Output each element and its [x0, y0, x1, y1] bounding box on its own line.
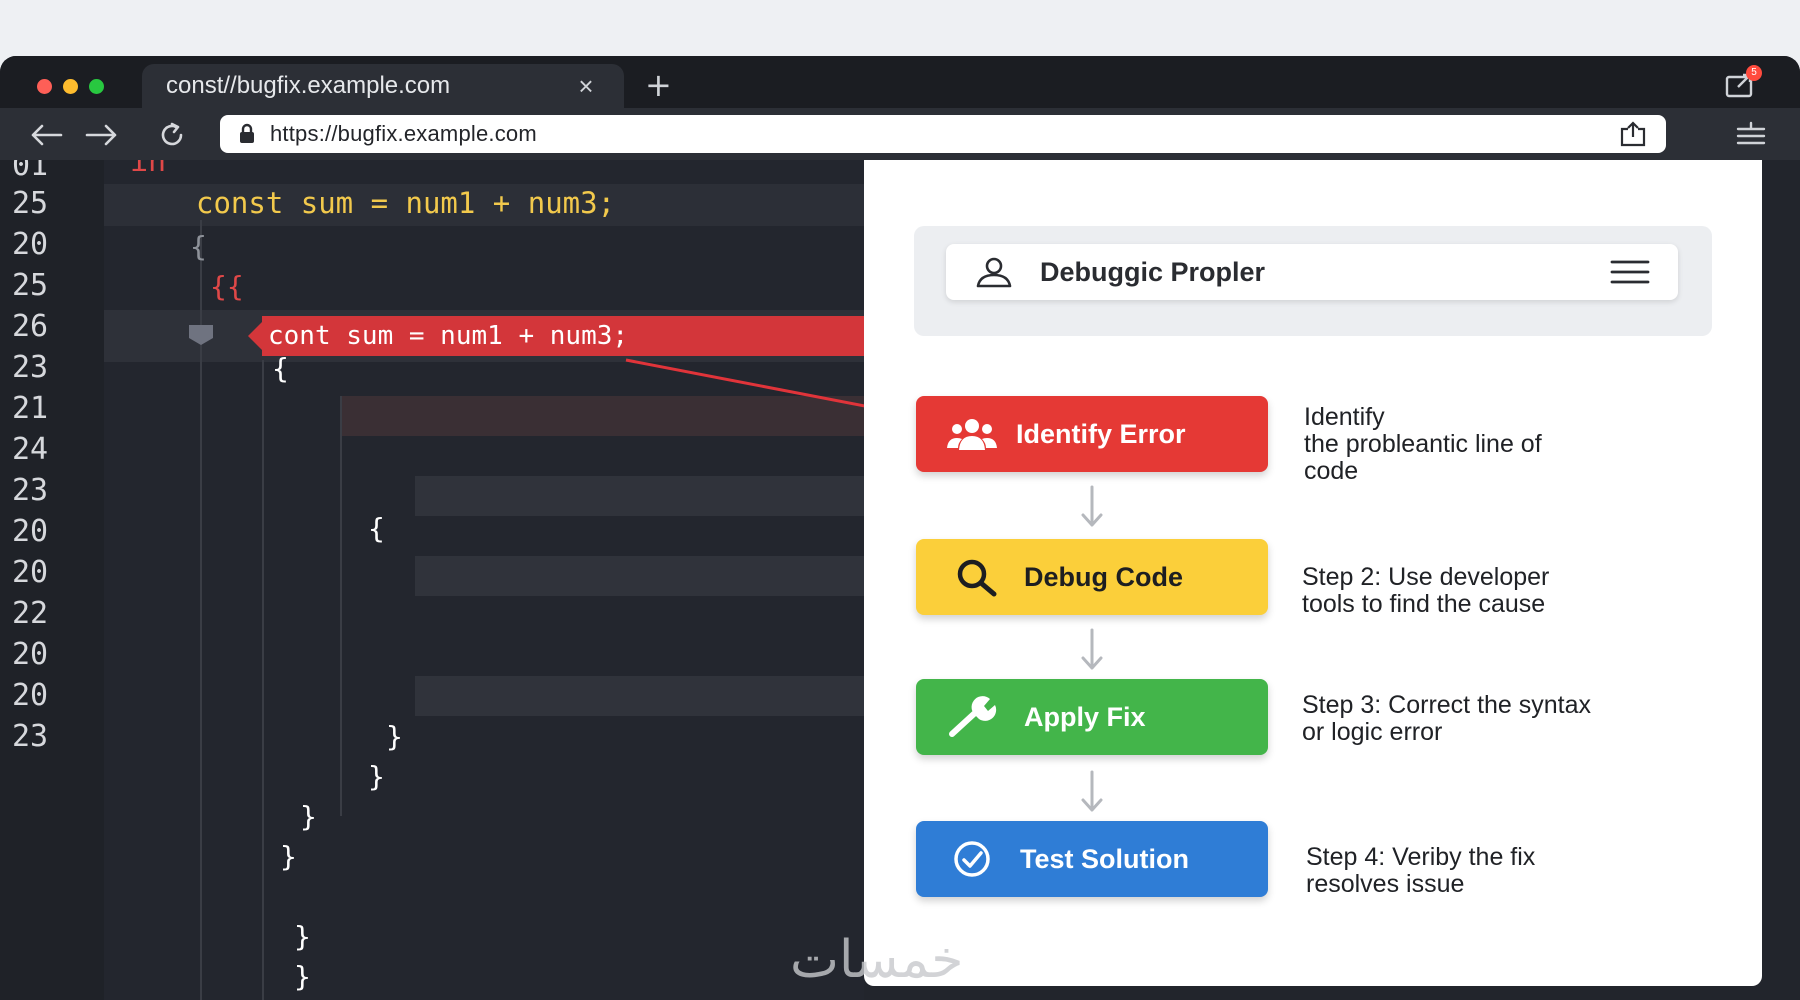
lock-icon	[240, 123, 254, 143]
line-number: 20	[12, 678, 49, 713]
close-tab-icon[interactable]: ×	[572, 71, 600, 102]
line-number: 21	[12, 391, 49, 426]
indent-guide	[340, 396, 342, 816]
back-button[interactable]	[26, 118, 66, 152]
code-brace: }	[294, 920, 311, 953]
tab-bar: const//bugfix.example.com × + 5	[0, 56, 1800, 108]
maximize-window-button[interactable]	[89, 79, 104, 94]
selection-band	[415, 676, 864, 716]
browser-menu-button[interactable]	[1734, 120, 1768, 150]
debug-steps-panel: Debuggic Propler Identify Error Identify…	[864, 160, 1762, 986]
panel-header-card: Debuggic Propler	[946, 244, 1678, 300]
active-tab[interactable]: const//bugfix.example.com ×	[142, 64, 624, 108]
step-description: Step 4: Veriby the fix resolves issue	[1306, 843, 1536, 898]
debug-code-button[interactable]: Debug Code	[916, 539, 1268, 615]
code-brace: {	[272, 352, 289, 385]
arrow-down-icon	[1081, 770, 1103, 812]
arrow-down-icon	[1081, 485, 1103, 527]
browser-window: const//bugfix.example.com × + 5 https://…	[0, 56, 1800, 1000]
watermark: خمسات	[790, 930, 964, 990]
line-number: 20	[12, 227, 49, 262]
code-brace: }	[386, 720, 403, 753]
tab-title: const//bugfix.example.com	[166, 72, 451, 99]
breakpoint-icon[interactable]	[188, 324, 214, 346]
reload-button[interactable]	[152, 118, 192, 152]
reload-icon	[161, 122, 183, 146]
code-brace: }	[368, 760, 385, 793]
code-brace: }	[280, 840, 297, 873]
line-number: 20	[12, 514, 49, 549]
line-number: 25	[12, 268, 49, 303]
step-label: Identify Error	[1016, 418, 1186, 449]
browser-toolbar: https://bugfix.example.com	[0, 108, 1800, 160]
code-brace: }	[300, 800, 317, 833]
code-partial: in	[130, 160, 167, 179]
menu-lines-icon	[1736, 121, 1766, 145]
arrow-left-icon	[31, 124, 63, 146]
selection-band	[415, 476, 864, 516]
step-label: Apply Fix	[1024, 701, 1146, 732]
minimize-window-button[interactable]	[63, 79, 78, 94]
line-number-gutter: 01 25 20 25 26 23 21 24 23 20 20 22 20 2…	[0, 160, 104, 1000]
extensions-button[interactable]: 5	[1724, 65, 1762, 100]
line-number: 26	[12, 309, 49, 344]
new-tab-button[interactable]: +	[645, 66, 672, 104]
check-circle-icon	[954, 841, 990, 877]
close-window-button[interactable]	[37, 79, 52, 94]
code-brace: }	[294, 960, 311, 993]
line-number: 23	[12, 350, 49, 385]
line-number: 20	[12, 637, 49, 672]
arrow-down-icon	[1081, 628, 1103, 670]
test-solution-button[interactable]: Test Solution	[916, 821, 1268, 897]
panel-title: Debuggic Propler	[1040, 256, 1266, 287]
identify-error-button[interactable]: Identify Error	[916, 396, 1268, 472]
error-line-highlight[interactable]: cont sum = num1 + num3;	[262, 316, 864, 356]
line-number: 01	[12, 160, 49, 183]
line-number: 25	[12, 186, 49, 221]
line-number: 23	[12, 473, 49, 508]
forward-button[interactable]	[82, 118, 122, 152]
code-editor[interactable]: 01 25 20 25 26 23 21 24 23 20 20 22 20 2…	[0, 160, 864, 1000]
address-bar[interactable]: https://bugfix.example.com	[220, 115, 1666, 153]
step-label: Debug Code	[1024, 561, 1183, 592]
share-icon[interactable]	[1618, 121, 1648, 147]
hamburger-menu-icon[interactable]	[1610, 259, 1650, 285]
error-pointer	[248, 322, 262, 350]
user-icon	[976, 257, 1012, 288]
apply-fix-button[interactable]: Apply Fix	[916, 679, 1268, 755]
line-number: 20	[12, 555, 49, 590]
extension-badge: 5	[1746, 65, 1762, 81]
code-sum-line: const sum = num1 + num3;	[196, 186, 616, 220]
wrench-icon	[949, 696, 997, 737]
url-text: https://bugfix.example.com	[270, 121, 537, 146]
line-number: 23	[12, 719, 49, 754]
indent-guide	[262, 360, 264, 1000]
line-number: 22	[12, 596, 49, 631]
code-brace: {{	[210, 270, 244, 303]
code-brace: {	[368, 512, 385, 545]
arrow-right-icon	[85, 124, 117, 146]
users-icon	[947, 419, 997, 450]
step-description: Step 2: Use developer tools to find the …	[1302, 563, 1550, 618]
line-number: 24	[12, 432, 49, 467]
window-controls	[37, 79, 104, 94]
search-icon	[957, 559, 997, 597]
step-description: Step 3: Correct the syntax or logic erro…	[1302, 691, 1592, 746]
code-brace: {	[190, 230, 207, 263]
panel-header: Debuggic Propler	[914, 226, 1712, 336]
step-description: Identify the probleantic line of code	[1304, 403, 1542, 485]
step-label: Test Solution	[1020, 843, 1189, 874]
selection-band	[415, 556, 864, 596]
